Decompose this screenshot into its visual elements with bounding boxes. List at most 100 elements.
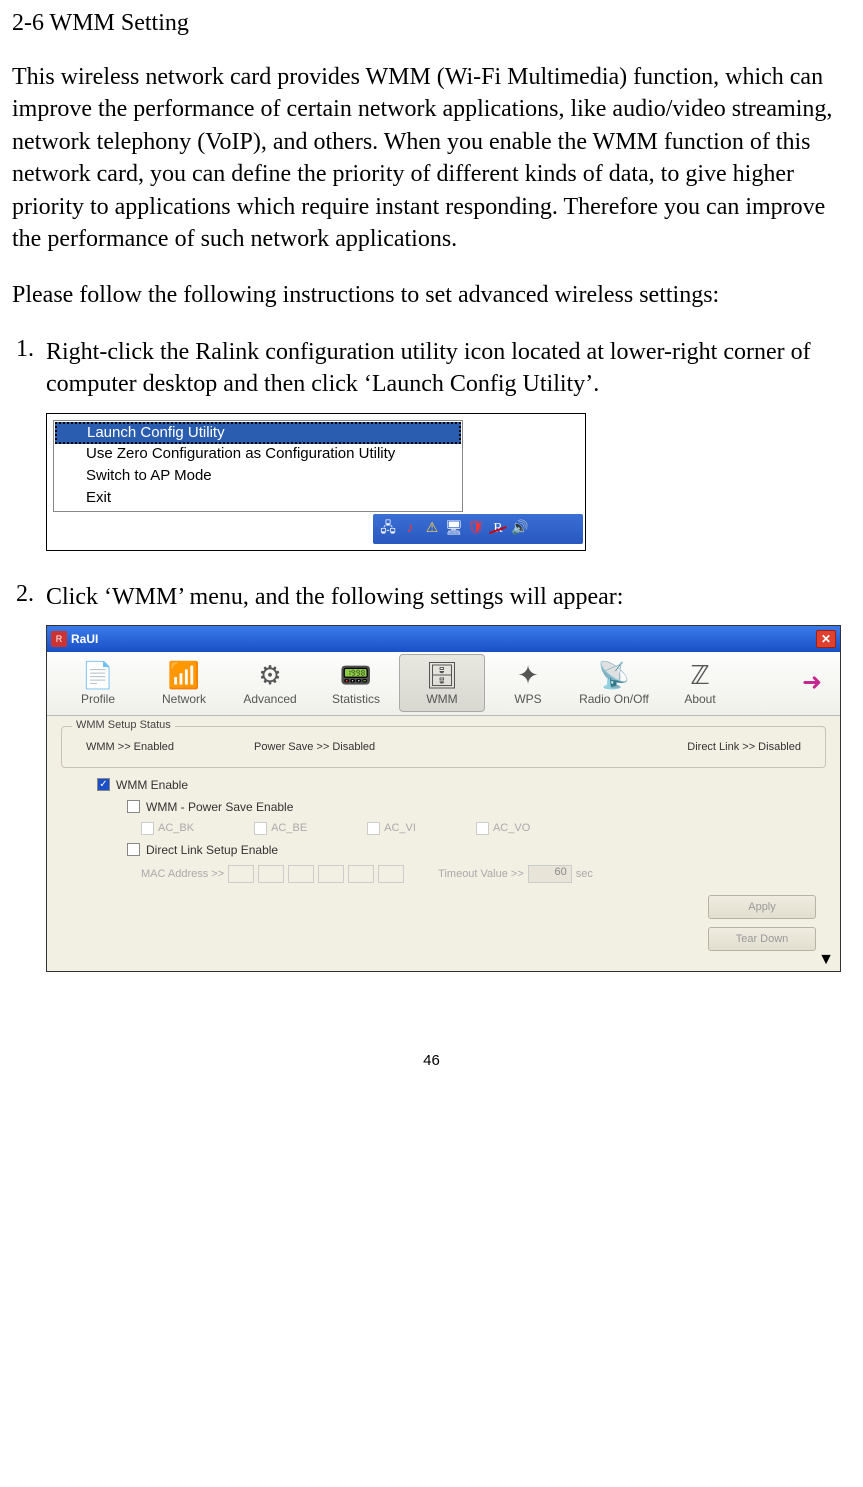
device-icon[interactable]: 🖥 (445, 520, 463, 538)
menu-item-ap-mode[interactable]: Switch to AP Mode (56, 465, 460, 487)
menu-item-label: Exit (86, 489, 111, 506)
qos-icon: 🗄 (425, 660, 458, 690)
tab-profile[interactable]: 📄 Profile (55, 654, 141, 712)
tab-label: Radio On/Off (579, 692, 649, 706)
chevron-down-icon: ▼ (818, 951, 834, 968)
apply-button[interactable]: Apply (708, 895, 816, 919)
timeout-input: 60 (528, 865, 572, 883)
page-number: 46 (12, 1052, 851, 1069)
wmm-panel: WMM Setup Status WMM >> Enabled Power Sa… (47, 716, 840, 971)
blank-icon (60, 489, 82, 507)
status-power-save: Power Save >> Disabled (254, 741, 375, 753)
tab-statistics[interactable]: 📟 Statistics (313, 654, 399, 712)
menu-item-label: Launch Config Utility (87, 424, 225, 441)
menu-item-launch[interactable]: Launch Config Utility (55, 422, 461, 444)
wps-icon: ✦ (517, 660, 539, 690)
power-save-label: WMM - Power Save Enable (146, 800, 293, 814)
mac-address-row: MAC Address >> Timeout Value >> 60 sec (61, 861, 826, 887)
direct-link-label: Direct Link Setup Enable (146, 843, 278, 857)
power-save-enable-row: WMM - Power Save Enable (61, 796, 826, 818)
mac-input-2 (258, 865, 284, 883)
direct-link-enable-row: Direct Link Setup Enable (61, 839, 826, 861)
tab-label: Network (162, 692, 206, 706)
instructions-lead: Please follow the following instructions… (12, 279, 851, 311)
mac-address-label: MAC Address >> (141, 868, 224, 880)
wmm-enable-label: WMM Enable (116, 778, 188, 792)
window-titlebar: R RaUI ✕ (47, 626, 840, 652)
timeout-label: Timeout Value >> (438, 868, 524, 880)
power-save-checkbox[interactable] (127, 800, 140, 813)
audio-icon[interactable]: ♪ (401, 520, 419, 538)
tab-advanced[interactable]: ⚙ Advanced (227, 654, 313, 712)
tab-wmm[interactable]: 🗄 WMM (399, 654, 485, 712)
app-icon: R (51, 631, 67, 647)
status-legend: WMM Setup Status (72, 719, 175, 731)
volume-icon[interactable]: 🔊 (511, 520, 529, 538)
network-icon: 📶 (168, 660, 200, 690)
tab-label: Advanced (243, 692, 296, 706)
profile-icon: 📄 (82, 660, 114, 690)
blank-icon (60, 445, 82, 463)
timeout-unit: sec (576, 868, 593, 880)
tab-label: WPS (514, 692, 541, 706)
arrow-right-icon: ➜ (802, 669, 822, 696)
expand-toggle[interactable]: ▼ (818, 951, 834, 969)
tab-radio[interactable]: 📡 Radio On/Off (571, 654, 657, 712)
blank-icon (60, 467, 82, 485)
ac-vi-checkbox (367, 822, 380, 835)
tear-down-button[interactable]: Tear Down (708, 927, 816, 951)
step-2-number: 2. (12, 581, 46, 613)
blank-icon (61, 424, 83, 442)
wmm-enable-row: ✓ WMM Enable (61, 774, 826, 796)
calculator-icon: 📟 (340, 660, 372, 690)
ac-vi-label: AC_VI (384, 822, 416, 834)
close-icon: ✕ (821, 632, 831, 646)
menu-item-zero-config[interactable]: Use Zero Configuration as Configuration … (56, 443, 460, 465)
tab-about[interactable]: ℤ About (657, 654, 743, 712)
step-1-text: Right-click the Ralink configuration uti… (46, 336, 851, 401)
mac-input-5 (348, 865, 374, 883)
section-heading: 2-6 WMM Setting (12, 10, 851, 37)
tab-label: About (684, 692, 715, 706)
network-off-icon[interactable]: 🖧 (379, 520, 397, 538)
ralink-tray-icon[interactable]: R (489, 520, 507, 538)
ac-be-checkbox (254, 822, 267, 835)
close-button[interactable]: ✕ (816, 630, 836, 648)
tab-network[interactable]: 📶 Network (141, 654, 227, 712)
gear-icon: ⚙ (258, 660, 281, 690)
menu-item-label: Switch to AP Mode (86, 467, 212, 484)
intro-paragraph: This wireless network card provides WMM … (12, 61, 851, 255)
tab-label: Profile (81, 692, 115, 706)
context-menu-screenshot: Launch Config Utility Use Zero Configura… (46, 413, 851, 551)
ac-bk-label: AC_BK (158, 822, 194, 834)
context-menu: Launch Config Utility Use Zero Configura… (53, 420, 463, 512)
shield-off-icon[interactable]: 🛡 (467, 520, 485, 538)
about-icon: ℤ (690, 660, 709, 690)
ac-bk-checkbox (141, 822, 154, 835)
mac-input-3 (288, 865, 314, 883)
status-direct-link: Direct Link >> Disabled (687, 741, 801, 753)
toolbar: 📄 Profile 📶 Network ⚙ Advanced 📟 Statist… (47, 652, 840, 716)
window-title: RaUI (71, 632, 816, 646)
menu-item-label: Use Zero Configuration as Configuration … (86, 445, 395, 462)
wmm-enable-checkbox[interactable]: ✓ (97, 778, 110, 791)
raui-screenshot: R RaUI ✕ 📄 Profile 📶 Network ⚙ Advanced … (46, 625, 851, 972)
tab-wps[interactable]: ✦ WPS (485, 654, 571, 712)
tab-label: WMM (426, 692, 457, 706)
menu-item-exit[interactable]: Exit (56, 487, 460, 509)
ac-categories-row: AC_BK AC_BE AC_VI AC_VO (61, 818, 826, 839)
tab-label: Statistics (332, 692, 380, 706)
ac-be-label: AC_BE (271, 822, 307, 834)
radio-icon: 📡 (598, 660, 630, 690)
mac-input-6 (378, 865, 404, 883)
step-2: 2. Click ‘WMM’ menu, and the following s… (12, 581, 851, 613)
direct-link-checkbox[interactable] (127, 843, 140, 856)
alert-icon[interactable]: ⚠ (423, 520, 441, 538)
system-tray: 🖧 ♪ ⚠ 🖥 🛡 R 🔊 (373, 514, 583, 544)
ac-vo-label: AC_VO (493, 822, 530, 834)
mac-input-1 (228, 865, 254, 883)
step-1: 1. Right-click the Ralink configuration … (12, 336, 851, 401)
mac-input-4 (318, 865, 344, 883)
step-2-text: Click ‘WMM’ menu, and the following sett… (46, 581, 851, 613)
next-arrow-button[interactable]: ➜ (802, 668, 832, 698)
